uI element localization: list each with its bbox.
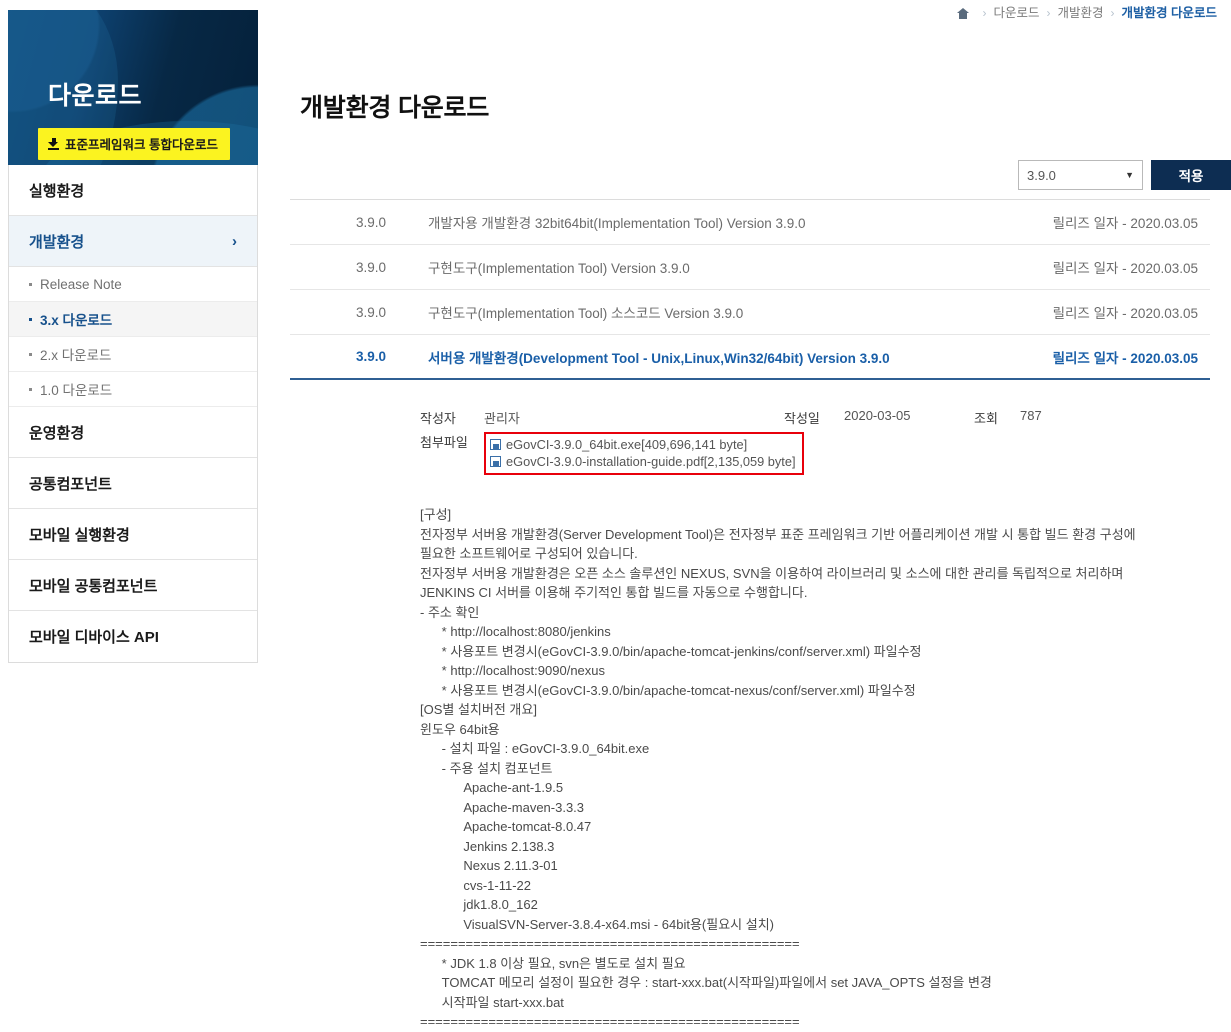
- table-row[interactable]: 3.9.0 구현도구(Implementation Tool) Version …: [290, 245, 1210, 290]
- sidebar-item-label: 공통컴포넌트: [29, 475, 112, 493]
- row-name[interactable]: 서버용 개발환경(Development Tool - Unix,Linux,W…: [400, 347, 1010, 367]
- bullet-icon: [29, 352, 32, 356]
- sidebar-item-label: 운영환경: [29, 424, 85, 442]
- attachment-name: eGovCI-3.9.0-installation-guide.pdf[2,13…: [506, 454, 796, 469]
- sidebar-nav: 실행환경 개발환경 › Release Note 3.x 다운로드 2.x 다운…: [8, 165, 258, 663]
- detail-meta-row: 작성자 관리자 작성일 2020-03-05 조회 787: [420, 408, 1210, 430]
- row-name[interactable]: 개발자용 개발환경 32bit64bit(Implementation Tool…: [400, 212, 1010, 232]
- page-title: 개발환경 다운로드: [300, 94, 490, 122]
- sidebar-item-label: 모바일 공통컴포넌트: [29, 577, 158, 595]
- table-row-selected[interactable]: 3.9.0 서버용 개발환경(Development Tool - Unix,L…: [290, 335, 1210, 380]
- version-select[interactable]: 3.9.0 ▼: [1018, 160, 1143, 190]
- attachment-highlight-box: eGovCI-3.9.0_64bit.exe[409,696,141 byte]…: [484, 432, 804, 475]
- attachment-label: 첨부파일: [420, 435, 468, 450]
- save-file-icon: [490, 456, 501, 467]
- row-release-date: 릴리즈 일자 - 2020.03.05: [1052, 306, 1198, 321]
- sidebar-item-dev-env[interactable]: 개발환경 ›: [9, 216, 257, 267]
- sidebar: 다운로드 표준프레임워크 통합다운로드 실행환경 개발환경 › Release …: [8, 10, 258, 663]
- sidebar-item-runtime-env[interactable]: 실행환경: [9, 165, 257, 216]
- sidebar-title: 다운로드: [48, 82, 143, 110]
- apply-button[interactable]: 적용: [1151, 160, 1231, 190]
- detail-panel: 작성자 관리자 작성일 2020-03-05 조회 787 첨부파일 eGovC…: [420, 408, 1210, 1032]
- download-table: 3.9.0 개발자용 개발환경 32bit64bit(Implementatio…: [290, 199, 1210, 380]
- author-label: 작성자: [420, 411, 456, 426]
- sidebar-item-operation-env[interactable]: 운영환경: [9, 407, 257, 458]
- author-value: 관리자: [484, 411, 520, 426]
- row-release-date: 릴리즈 일자 - 2020.03.05: [1052, 261, 1198, 276]
- chevron-down-icon: ▼: [1125, 170, 1134, 180]
- sidebar-item-common-component[interactable]: 공통컴포넌트: [9, 458, 257, 509]
- table-row[interactable]: 3.9.0 개발자용 개발환경 32bit64bit(Implementatio…: [290, 200, 1210, 245]
- download-arrow-icon: [48, 137, 59, 150]
- row-version: 3.9.0: [355, 304, 386, 320]
- sidebar-subitem-10-download[interactable]: 1.0 다운로드: [9, 372, 257, 407]
- row-name[interactable]: 구현도구(Implementation Tool) 소스코드 Version 3…: [400, 302, 1010, 322]
- main-content: 개발환경 다운로드 3.9.0 ▼ 적용 3.9.0 개발자용 개발환경 32b…: [290, 0, 1231, 1029]
- bullet-icon: [29, 317, 32, 321]
- views-label: 조회: [974, 411, 998, 426]
- sidebar-subitem-label: 2.x 다운로드: [40, 348, 112, 363]
- row-name[interactable]: 구현도구(Implementation Tool) Version 3.9.0: [400, 257, 1010, 277]
- sidebar-subitem-label: 3.x 다운로드: [40, 313, 113, 328]
- bullet-icon: [29, 387, 32, 391]
- views-value: 787: [1020, 408, 1042, 423]
- sidebar-subitem-3x-download[interactable]: 3.x 다운로드: [9, 302, 257, 337]
- sidebar-subitem-2x-download[interactable]: 2.x 다운로드: [9, 337, 257, 372]
- sidebar-subitem-release-note[interactable]: Release Note: [9, 267, 257, 302]
- save-file-icon: [490, 439, 501, 450]
- row-release-date: 릴리즈 일자 - 2020.03.05: [1052, 350, 1198, 366]
- attachment-row: 첨부파일 eGovCI-3.9.0_64bit.exe[409,696,141 …: [420, 432, 1210, 475]
- bullet-icon: [29, 282, 32, 286]
- integrated-download-label: 표준프레임워크 통합다운로드: [65, 138, 218, 152]
- sidebar-item-label: 개발환경: [29, 233, 85, 251]
- sidebar-item-mobile-common-component[interactable]: 모바일 공통컴포넌트: [9, 560, 257, 611]
- row-version: 3.9.0: [355, 214, 386, 230]
- sidebar-item-mobile-runtime-env[interactable]: 모바일 실행환경: [9, 509, 257, 560]
- attachment-name: eGovCI-3.9.0_64bit.exe[409,696,141 byte]: [506, 437, 748, 452]
- version-select-value: 3.9.0: [1027, 167, 1056, 183]
- table-row[interactable]: 3.9.0 구현도구(Implementation Tool) 소스코드 Ver…: [290, 290, 1210, 335]
- row-release-date: 릴리즈 일자 - 2020.03.05: [1052, 216, 1198, 231]
- created-date-value: 2020-03-05: [844, 408, 911, 423]
- description-text: [구성] 전자정부 서버용 개발환경(Server Development To…: [420, 507, 1136, 1029]
- attachment-item[interactable]: eGovCI-3.9.0_64bit.exe[409,696,141 byte]: [490, 436, 796, 453]
- row-version: 3.9.0: [355, 349, 386, 364]
- sidebar-item-mobile-device-api[interactable]: 모바일 디바이스 API: [9, 611, 257, 662]
- sidebar-header: 다운로드 표준프레임워크 통합다운로드: [8, 10, 258, 165]
- attachment-item[interactable]: eGovCI-3.9.0-installation-guide.pdf[2,13…: [490, 453, 796, 470]
- created-date-label: 작성일: [784, 411, 820, 426]
- sidebar-subitem-label: 1.0 다운로드: [40, 383, 113, 398]
- sidebar-item-label: 모바일 실행환경: [29, 526, 130, 544]
- version-filter-bar: 3.9.0 ▼ 적용: [1018, 160, 1231, 190]
- integrated-download-button[interactable]: 표준프레임워크 통합다운로드: [38, 128, 230, 160]
- row-version: 3.9.0: [355, 259, 386, 275]
- sidebar-item-label: 모바일 디바이스 API: [29, 629, 159, 646]
- chevron-right-icon: ›: [232, 232, 237, 250]
- sidebar-item-label: 실행환경: [29, 182, 85, 200]
- sidebar-subitem-label: Release Note: [40, 276, 122, 292]
